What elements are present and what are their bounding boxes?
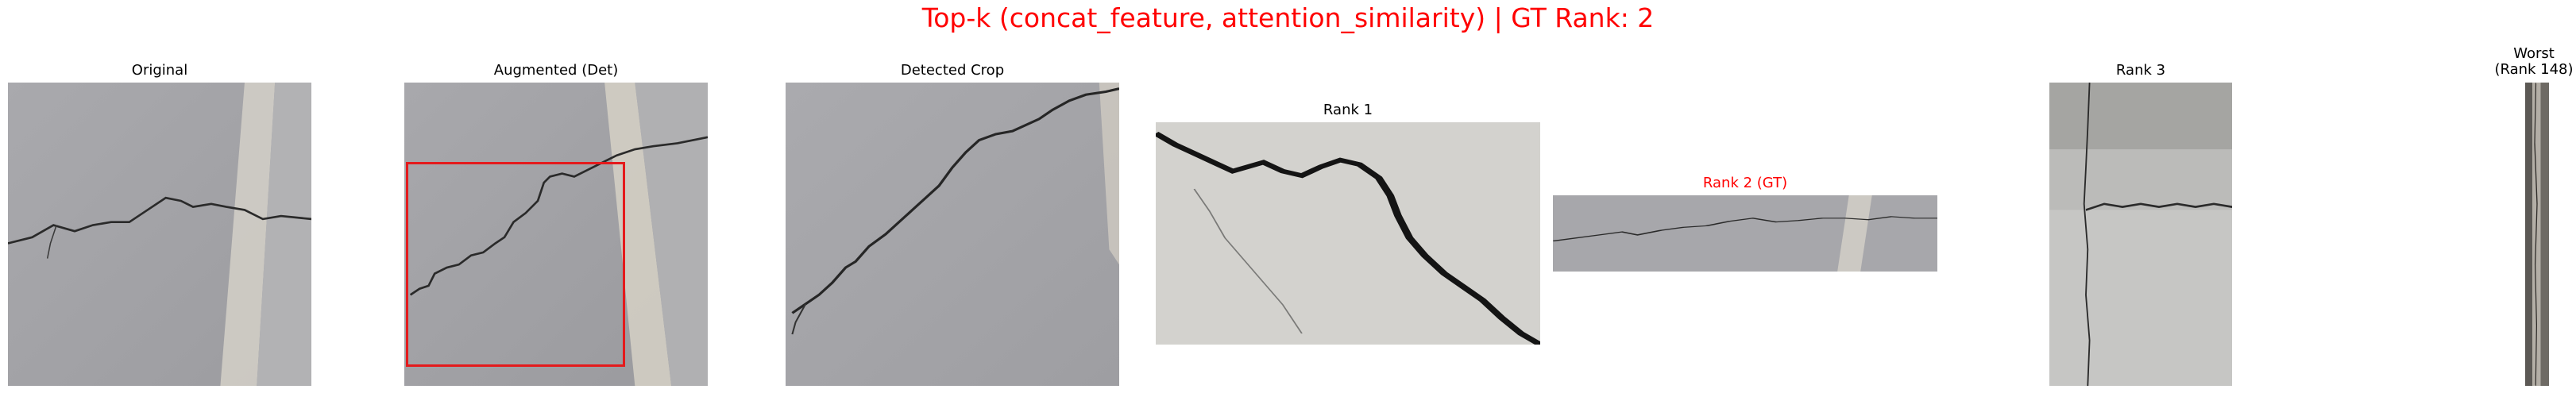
panel-title-augmented: Augmented (Det) [493,62,619,79]
panel-title-worst-line-2: (Rank 148) [2494,61,2574,78]
panel-title-worst-line-1: Worst [2513,45,2555,62]
panel-title-original: Original [131,62,188,79]
worst-image [2525,83,2549,386]
detection-box [406,162,625,367]
rank-1-image [1156,122,1540,345]
original-image [8,83,311,386]
panel-title-worst: Worst (Rank 148) [2494,46,2574,78]
detected-crop-image [786,83,1119,386]
panel-title-rank-1: Rank 1 [1323,102,1373,118]
rank-2-gt-image [1553,195,1937,272]
panel-title-rank-2-gt: Rank 2 (GT) [1702,175,1788,191]
figure-title: Top-k (concat_feature, attention_similar… [921,2,1655,33]
panel-title-detected-crop: Detected Crop [900,62,1005,79]
augmented-image [404,83,708,386]
panel-title-rank-3: Rank 3 [2115,62,2166,79]
rank-3-image [2049,83,2232,386]
